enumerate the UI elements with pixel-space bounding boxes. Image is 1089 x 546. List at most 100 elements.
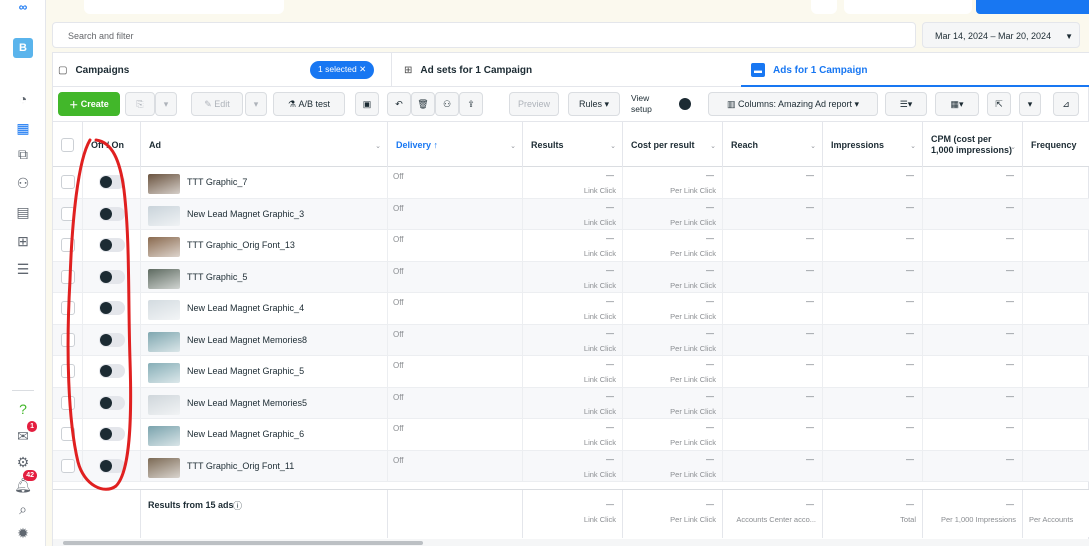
ad-on-off-toggle[interactable] <box>99 332 125 347</box>
columns-dropdown[interactable]: ▥ Columns: Amazing Ad report ▾ <box>708 92 878 116</box>
col-reach[interactable]: Reach ⌄ <box>723 122 823 168</box>
table-row[interactable]: New Lead Magnet Graphic_5 Off — Link Click —… <box>53 356 1089 388</box>
edit-button[interactable]: ✎ Edit <box>191 92 243 116</box>
delete-icon[interactable]: 🗑︎ <box>411 92 435 116</box>
tab-ads[interactable]: ▬ Ads for 1 Campaign <box>741 53 1089 87</box>
reports-dropdown[interactable]: ▦▾ <box>935 92 979 116</box>
ad-on-off-toggle[interactable] <box>99 238 125 252</box>
top-button[interactable] <box>811 0 837 14</box>
help-icon[interactable]: ? <box>12 398 34 420</box>
share-dropdown[interactable]: ▾ <box>1019 92 1041 116</box>
all-tools-menu-icon[interactable]: ☰ <box>12 258 34 280</box>
ad-on-off-toggle[interactable] <box>99 206 125 221</box>
close-icon[interactable]: ✕ <box>359 64 366 74</box>
ad-on-off-toggle[interactable] <box>99 364 125 378</box>
tag-icon[interactable]: ⚇ <box>435 92 459 116</box>
table-row[interactable]: TTT Graphic_Orig Font_11 Off — Link Click — P… <box>53 450 1089 482</box>
col-impressions[interactable]: Impressions ⌄ <box>823 122 923 168</box>
publish-button[interactable] <box>976 0 1089 14</box>
undo-icon[interactable]: ↶ <box>387 92 411 116</box>
row-results-cell: — Link Click <box>523 167 623 198</box>
row-checkbox[interactable] <box>61 175 75 189</box>
account-avatar[interactable]: B <box>13 38 33 58</box>
col-frequency[interactable]: Frequency <box>1023 122 1089 168</box>
date-range-picker[interactable]: Mar 14, 2024 – Mar 20, 2024 ▼ <box>922 22 1080 48</box>
chart-icon[interactable]: ⊿ <box>1053 92 1079 116</box>
scrollbar-thumb[interactable] <box>63 541 423 545</box>
ad-name[interactable]: New Lead Magnet Graphic_5 <box>187 366 304 376</box>
col-delivery[interactable]: Delivery ↑ ⌄ <box>388 122 523 168</box>
edit-label: Edit <box>214 99 230 109</box>
info-icon[interactable]: ⓘ <box>233 499 242 512</box>
table-row[interactable]: TTT Graphic_7 Off — Link Click — Per Link Cli… <box>53 167 1089 199</box>
select-all-checkbox[interactable] <box>61 138 74 152</box>
ad-name[interactable]: TTT Graphic_5 <box>187 272 247 282</box>
dashboard-gauge-icon[interactable]: ◔ <box>12 88 34 110</box>
ad-name[interactable]: New Lead Magnet Graphic_6 <box>187 429 304 439</box>
col-cpm[interactable]: CPM (cost per 1,000 impressions) ⌄ <box>923 122 1023 168</box>
events-manager-icon[interactable]: ⊞ <box>12 230 34 252</box>
col-ad[interactable]: Ad ⌄ <box>141 122 388 168</box>
ads-manager-table-icon[interactable]: ▦ <box>12 117 34 139</box>
row-checkbox[interactable] <box>61 238 75 252</box>
tab-ad-sets[interactable]: ⊞ Ad sets for 1 Campaign <box>391 53 741 87</box>
row-checkbox[interactable] <box>61 301 75 315</box>
row-checkbox[interactable] <box>61 458 75 473</box>
search-icon[interactable]: ⌕ <box>12 498 34 520</box>
pages-icon[interactable]: ⧉ <box>12 143 34 165</box>
table-row[interactable]: New Lead Magnet Memories8 Off — Link Click —… <box>53 324 1089 356</box>
col-results[interactable]: Results ⌄ <box>523 122 623 168</box>
table-row[interactable]: New Lead Magnet Graphic_6 Off — Link Click —… <box>53 419 1089 451</box>
ad-name[interactable]: New Lead Magnet Memories5 <box>187 398 307 408</box>
row-checkbox[interactable] <box>61 395 75 410</box>
horizontal-scrollbar[interactable] <box>53 539 1089 546</box>
search-input[interactable]: Search and filter <box>52 22 916 48</box>
ad-on-off-toggle[interactable] <box>99 269 125 284</box>
ad-on-off-toggle[interactable] <box>99 395 125 410</box>
archive-icon[interactable]: ▣ <box>355 92 379 116</box>
meta-logo-icon[interactable]: ∞ <box>12 0 34 14</box>
inbox-icon[interactable]: ✉ 1 <box>12 421 37 447</box>
billing-icon[interactable]: ▤ <box>12 201 34 223</box>
bug-report-icon[interactable]: ✹ <box>12 522 34 544</box>
ad-on-off-toggle[interactable] <box>99 427 125 441</box>
row-checkbox[interactable] <box>61 364 75 378</box>
table-row[interactable]: New Lead Magnet Graphic_4 Off — Link Click —… <box>53 293 1089 325</box>
ad-name[interactable]: TTT Graphic_7 <box>187 177 247 187</box>
selected-pill[interactable]: 1 selected ✕ <box>310 61 375 79</box>
ad-name[interactable]: New Lead Magnet Graphic_3 <box>187 209 304 219</box>
share-icon[interactable]: ⇱ <box>987 92 1011 116</box>
col-cost-per-result[interactable]: Cost per result ⌄ <box>623 122 723 168</box>
row-checkbox[interactable] <box>61 206 75 221</box>
breakdown-dropdown[interactable]: ☰▾ <box>885 92 927 116</box>
table-row[interactable]: New Lead Magnet Graphic_3 Off — Link Click —… <box>53 198 1089 230</box>
top-button-2[interactable] <box>844 0 972 14</box>
ad-name[interactable]: New Lead Magnet Graphic_4 <box>187 303 304 313</box>
view-setup-toggle[interactable] <box>673 92 697 116</box>
create-button[interactable]: ＋ Create <box>58 92 120 116</box>
cpr-value: — <box>706 423 714 432</box>
duplicate-button[interactable]: ⎘ <box>125 92 155 116</box>
row-checkbox[interactable] <box>61 427 75 441</box>
notifications-bell-icon[interactable]: 🔔︎ 42 <box>12 470 37 496</box>
ad-on-off-toggle[interactable] <box>99 458 125 473</box>
ad-on-off-toggle[interactable] <box>99 175 125 189</box>
ad-on-off-toggle[interactable] <box>99 301 125 315</box>
preview-button[interactable]: Preview <box>509 92 559 116</box>
table-row[interactable]: TTT Graphic_Orig Font_13 Off — Link Click — P… <box>53 230 1089 262</box>
row-checkbox[interactable] <box>61 269 75 284</box>
ad-name[interactable]: TTT Graphic_Orig Font_11 <box>187 461 294 471</box>
top-field[interactable] <box>84 0 284 14</box>
col-off-on[interactable]: Off / On <box>83 122 141 168</box>
rules-button[interactable]: Rules ▾ <box>568 92 620 116</box>
duplicate-dropdown[interactable]: ▾ <box>155 92 177 116</box>
export-icon[interactable]: ⇪ <box>459 92 483 116</box>
table-row[interactable]: TTT Graphic_5 Off — Link Click — Per Link Cli… <box>53 261 1089 293</box>
row-checkbox[interactable] <box>61 332 75 347</box>
audiences-icon[interactable]: ⚇ <box>12 172 34 194</box>
ab-test-button[interactable]: ⚗ A/B test <box>273 92 345 116</box>
ad-name[interactable]: New Lead Magnet Memories8 <box>187 335 307 345</box>
edit-dropdown[interactable]: ▾ <box>245 92 267 116</box>
ad-name[interactable]: TTT Graphic_Orig Font_13 <box>187 240 295 250</box>
table-row[interactable]: New Lead Magnet Memories5 Off — Link Click —… <box>53 387 1089 419</box>
